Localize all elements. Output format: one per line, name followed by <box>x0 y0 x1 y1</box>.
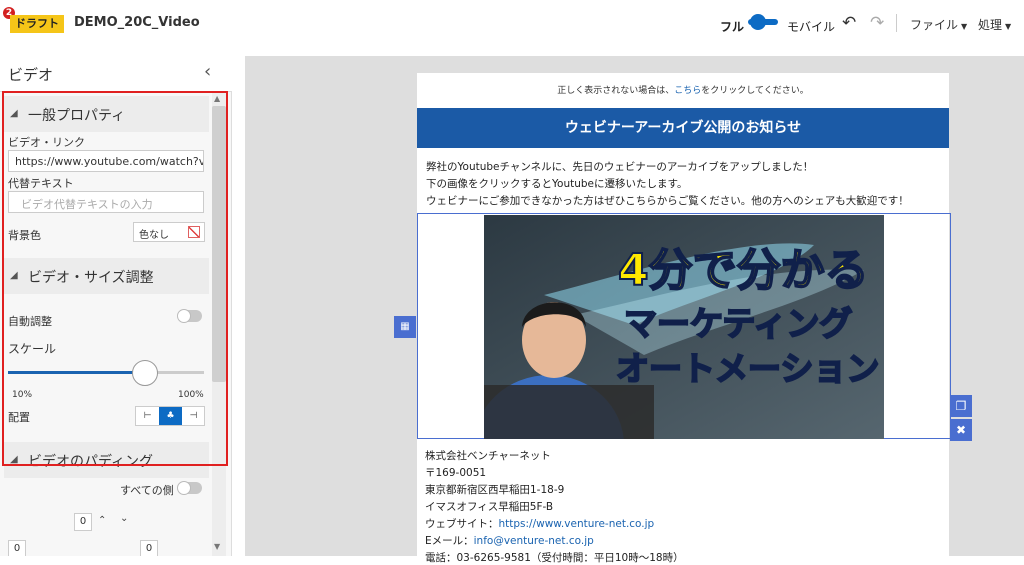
thumb-title-line3: オートメーション <box>616 349 879 388</box>
footer-address-2: イマスオフィス早稲田5F-B <box>425 501 554 513</box>
process-menu[interactable]: 処理 ▼ <box>978 16 1011 33</box>
thumb-title-line1: 4分で分かる <box>618 245 869 296</box>
toolbar-divider <box>896 14 897 32</box>
panel-title: ビデオ <box>8 66 54 84</box>
footer-mail-link[interactable]: info@venture-net.co.jp <box>474 535 594 547</box>
footer-address-1: 東京都新宿区西早稲田1-18-9 <box>425 484 565 496</box>
process-menu-label: 処理 <box>978 18 1003 32</box>
all-sides-toggle[interactable] <box>177 481 202 495</box>
file-menu[interactable]: ファイル ▼ <box>910 16 967 33</box>
properties-panel: ビデオ ‹ ◢ 一般プロパティ ビデオ・リンク https://www.yout… <box>0 52 232 556</box>
email-banner: ウェビナーアーカイブ公開のお知らせ <box>417 108 949 148</box>
chevron-down-icon: ▼ <box>961 22 968 31</box>
notice-pre: 正しく表示されない場合は、 <box>557 86 675 96</box>
top-bar: 2 ドラフト DEMO_20C_Video フル モバイル ↶ ↷ ファイル ▼ … <box>0 0 1024 46</box>
footer-mail-label: Eメール： <box>425 535 474 547</box>
thumbnail-image: 4分で分かる マーケティング オートメーション <box>484 215 884 439</box>
view-mode-toggle-knob[interactable] <box>750 14 766 30</box>
footer-tel: 電話：03-6265-9581（受付時間：平日10時〜18時） <box>425 552 684 564</box>
all-sides-label: すべての側 <box>120 484 174 497</box>
body-line-3: ウェビナーにご参加できなかった方はぜひこちらからご覧ください。他の方へのシェアも… <box>426 195 909 207</box>
footer-zip: 〒169-0051 <box>425 467 487 479</box>
footer-web-label: ウェブサイト： <box>425 518 499 530</box>
footer-website: ウェブサイト：https://www.venture-net.co.jp <box>425 516 654 531</box>
footer-company: 株式会社ベンチャーネット <box>425 450 551 462</box>
chevron-up-icon[interactable]: ⌃ <box>98 515 106 526</box>
padding-top-input[interactable]: 0 <box>74 513 92 531</box>
footer-email: Eメール：info@venture-net.co.jp <box>425 533 594 548</box>
panel-header: ビデオ ‹ <box>0 52 232 92</box>
drag-handle-icon[interactable]: ▦ <box>394 316 416 338</box>
thumb-title-line2: マーケティング <box>624 304 852 343</box>
body-line-2: 下の画像をクリックするとYoutubeに遷移いたします。 <box>426 178 688 190</box>
padding-right-input[interactable]: 0 <box>140 540 158 556</box>
document-title: DEMO_20C_Video <box>74 15 200 30</box>
collapse-panel-icon[interactable]: ‹ <box>204 61 211 82</box>
notice-link[interactable]: こちら <box>674 86 701 96</box>
mode-mobile-label[interactable]: モバイル <box>787 18 835 35</box>
draft-status-badge: ドラフト <box>10 15 64 33</box>
view-in-browser-notice: 正しく表示されない場合は、こちらをクリックしてください。 <box>417 83 949 96</box>
scroll-down-icon[interactable]: ▼ <box>214 542 220 551</box>
file-menu-label: ファイル <box>910 18 959 32</box>
highlight-frame <box>2 91 228 466</box>
copy-block-icon[interactable]: ❐ <box>950 395 972 417</box>
toggle-knob <box>177 481 191 495</box>
footer-web-link[interactable]: https://www.venture-net.co.jp <box>499 518 655 530</box>
video-thumbnail[interactable]: 4分で分かる マーケティング オートメーション <box>484 215 884 439</box>
body-line-1: 弊社のYoutubeチャンネルに、先日のウェビナーのアーカイブをアップしました！ <box>426 161 814 173</box>
email-preview: 正しく表示されない場合は、こちらをクリックしてください。 ウェビナーアーカイブ公… <box>417 73 951 564</box>
chevron-down-icon[interactable]: ⌄ <box>120 513 128 524</box>
notice-post: をクリックしてください。 <box>701 86 809 96</box>
redo-icon[interactable]: ↷ <box>870 13 884 33</box>
delete-block-icon[interactable]: ✖ <box>950 419 972 441</box>
padding-left-input[interactable]: 0 <box>8 540 26 556</box>
mode-full-label[interactable]: フル <box>720 18 744 35</box>
undo-icon[interactable]: ↶ <box>842 13 856 33</box>
chevron-down-icon: ▼ <box>1005 22 1012 31</box>
